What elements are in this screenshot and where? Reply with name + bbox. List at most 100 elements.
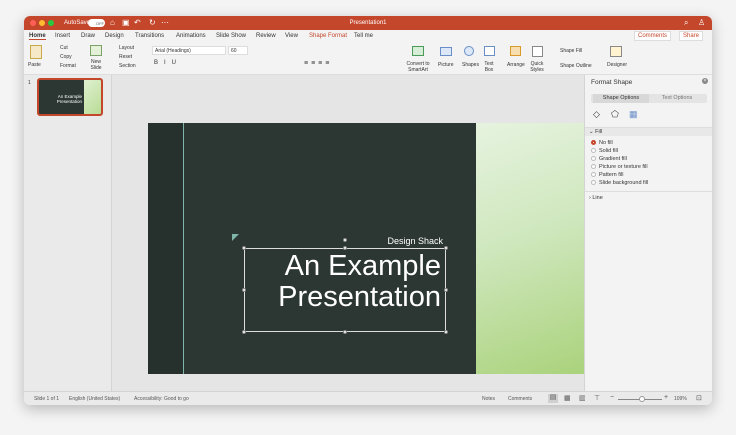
search-icon[interactable]: ⌕ bbox=[684, 18, 688, 28]
comments-button[interactable]: Comments bbox=[634, 31, 672, 41]
normal-view-icon[interactable]: ▤ bbox=[548, 394, 558, 403]
font-size-select[interactable]: 60 bbox=[228, 46, 248, 55]
line-section-label: Line bbox=[592, 195, 603, 201]
radio-pattern-fill[interactable] bbox=[591, 172, 596, 177]
option-picture-fill[interactable]: Picture or texture fill bbox=[599, 164, 648, 170]
tab-shape-format[interactable]: Shape Format bbox=[309, 33, 347, 39]
tab-animations[interactable]: Animations bbox=[176, 33, 206, 39]
size-properties-icon[interactable]: ▦ bbox=[629, 109, 638, 120]
corner-triangle-icon bbox=[232, 234, 239, 241]
title-bar: AutoSave OFF ⌂ ▣ ↶ ↻ ⋯ Presentation1 ⌕ ♙ bbox=[24, 16, 712, 30]
resize-handle[interactable] bbox=[444, 288, 448, 292]
comments-status-button[interactable]: Comments bbox=[508, 396, 532, 402]
text-box-icon[interactable] bbox=[484, 46, 495, 56]
resize-handle[interactable] bbox=[444, 330, 448, 334]
zoom-in-icon[interactable]: + bbox=[664, 394, 668, 401]
option-gradient-fill[interactable]: Gradient fill bbox=[599, 156, 627, 162]
resize-handle[interactable] bbox=[343, 246, 347, 250]
slideshow-icon[interactable]: ⊤ bbox=[594, 394, 600, 402]
option-solid-fill[interactable]: Solid fill bbox=[599, 148, 618, 154]
radio-no-fill[interactable] bbox=[591, 140, 596, 145]
slide-title-line-2: Presentation bbox=[278, 281, 441, 313]
tab-tell-me[interactable]: Tell me bbox=[354, 33, 373, 39]
tab-design[interactable]: Design bbox=[105, 33, 124, 39]
radio-solid-fill[interactable] bbox=[591, 148, 596, 153]
resize-handle[interactable] bbox=[242, 246, 246, 250]
arrange-icon[interactable] bbox=[510, 46, 521, 56]
arrange-button[interactable]: Arrange bbox=[507, 62, 525, 68]
picture-button[interactable]: Picture bbox=[438, 62, 454, 68]
fill-section-toggle[interactable]: ⌄ Fill bbox=[589, 129, 602, 135]
title-text-box[interactable]: An Example Presentation bbox=[242, 238, 448, 334]
align-buttons[interactable]: ≡≡≡≡ bbox=[304, 60, 332, 67]
radio-picture-fill[interactable] bbox=[591, 164, 596, 169]
tab-text-options[interactable]: Text Options bbox=[649, 94, 705, 103]
text-box-button[interactable]: Text Box bbox=[482, 61, 496, 73]
account-icon[interactable]: ♙ bbox=[698, 18, 705, 27]
slide-thumbnails-panel: 1 An Example Presentation bbox=[24, 75, 112, 391]
language[interactable]: English (United States) bbox=[69, 396, 120, 402]
font-family-select[interactable]: Arial (Headings) bbox=[152, 46, 226, 55]
resize-handle[interactable] bbox=[242, 330, 246, 334]
radio-slide-background-fill[interactable] bbox=[591, 180, 596, 185]
quick-styles-button[interactable]: Quick Styles bbox=[530, 61, 544, 73]
fit-to-window-icon[interactable]: ⊡ bbox=[696, 394, 702, 402]
option-slide-background-fill[interactable]: Slide background fill bbox=[599, 180, 648, 186]
slide-title-line-1: An Example bbox=[284, 250, 441, 282]
effects-icon[interactable]: ⬠ bbox=[611, 109, 619, 120]
cut-button[interactable]: Cut bbox=[60, 45, 68, 51]
option-pattern-fill[interactable]: Pattern fill bbox=[599, 172, 623, 178]
close-pane-icon[interactable]: × bbox=[702, 78, 708, 84]
tab-view[interactable]: View bbox=[285, 33, 298, 39]
zoom-level[interactable]: 109% bbox=[674, 396, 687, 402]
zoom-out-icon[interactable]: − bbox=[610, 394, 614, 401]
accessibility-status[interactable]: Accessibility: Good to go bbox=[134, 396, 189, 402]
shape-fill-button[interactable]: Shape Fill bbox=[560, 48, 582, 54]
copy-button[interactable]: Copy bbox=[60, 54, 72, 60]
layout-button[interactable]: Layout bbox=[119, 45, 134, 51]
shapes-icon[interactable] bbox=[464, 46, 474, 56]
shape-outline-button[interactable]: Shape Outline bbox=[560, 63, 592, 69]
notes-button[interactable]: Notes bbox=[482, 396, 495, 402]
paste-icon[interactable] bbox=[30, 45, 42, 59]
slide[interactable]: Design Shack An Example Presentation bbox=[148, 123, 595, 374]
convert-smartart-button[interactable]: Convert to SmartArt bbox=[404, 61, 432, 73]
tab-review[interactable]: Review bbox=[256, 33, 276, 39]
format-shape-pane: Format Shape × Shape Options Text Option… bbox=[584, 75, 712, 391]
slide-thumbnail[interactable]: An Example Presentation bbox=[37, 78, 103, 116]
shapes-button[interactable]: Shapes bbox=[462, 62, 479, 68]
smartart-icon[interactable] bbox=[412, 46, 424, 56]
line-section-toggle[interactable]: › Line bbox=[589, 195, 603, 201]
font-format-buttons[interactable]: BIU bbox=[154, 60, 182, 66]
tab-slide-show[interactable]: Slide Show bbox=[216, 33, 246, 39]
format-painter-button[interactable]: Format bbox=[60, 63, 76, 69]
slide-canvas: Design Shack An Example Presentation bbox=[112, 75, 595, 391]
tab-draw[interactable]: Draw bbox=[81, 33, 95, 39]
slide-subtitle[interactable]: Design Shack bbox=[348, 236, 443, 246]
new-slide-icon[interactable] bbox=[90, 45, 102, 56]
fill-line-icon[interactable]: ◇ bbox=[593, 109, 600, 120]
resize-handle[interactable] bbox=[242, 288, 246, 292]
resize-handle[interactable] bbox=[444, 246, 448, 250]
tab-transitions[interactable]: Transitions bbox=[135, 33, 164, 39]
reset-button[interactable]: Reset bbox=[119, 54, 132, 60]
tab-home[interactable]: Home bbox=[29, 33, 46, 40]
slide-sorter-icon[interactable]: ▦ bbox=[564, 394, 571, 402]
rotate-handle[interactable] bbox=[343, 238, 347, 242]
paste-button[interactable]: Paste bbox=[28, 62, 41, 68]
new-slide-button[interactable]: New Slide bbox=[88, 59, 104, 71]
picture-icon[interactable] bbox=[440, 47, 452, 56]
tab-shape-options[interactable]: Shape Options bbox=[593, 94, 649, 103]
reading-view-icon[interactable]: ▥ bbox=[579, 394, 586, 402]
designer-button[interactable]: Designer bbox=[607, 62, 627, 68]
option-no-fill[interactable]: No fill bbox=[599, 140, 613, 146]
section-button[interactable]: Section bbox=[119, 63, 136, 69]
radio-gradient-fill[interactable] bbox=[591, 156, 596, 161]
resize-handle[interactable] bbox=[343, 330, 347, 334]
zoom-slider-thumb[interactable] bbox=[639, 396, 646, 402]
share-button[interactable]: Share bbox=[679, 31, 704, 41]
tab-insert[interactable]: Insert bbox=[55, 33, 70, 39]
window-title: Presentation1 bbox=[349, 20, 387, 26]
designer-icon[interactable] bbox=[610, 46, 622, 57]
quick-styles-icon[interactable] bbox=[532, 46, 543, 57]
